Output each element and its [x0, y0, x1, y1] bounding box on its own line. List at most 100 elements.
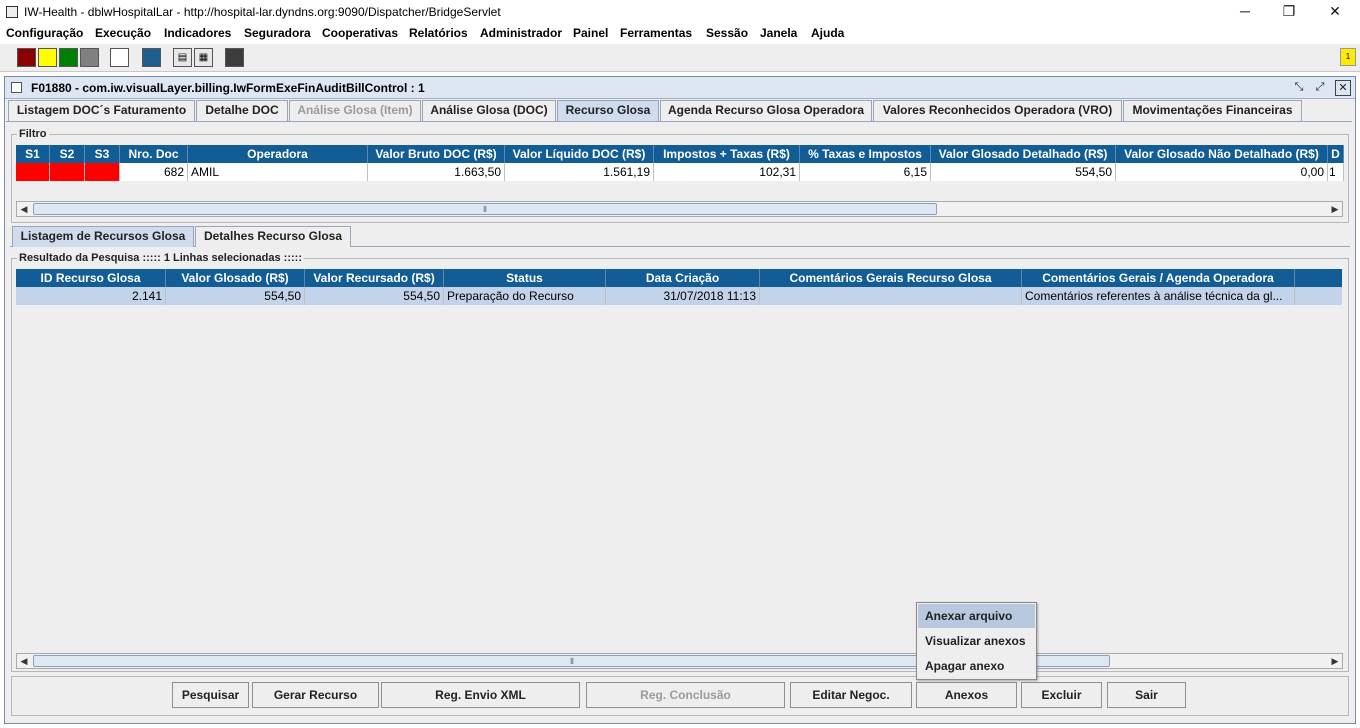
col-d[interactable]: D [1328, 145, 1344, 163]
tab-listagem-docs[interactable]: Listagem DOC´s Faturamento [8, 100, 195, 121]
editar-negoc-button[interactable]: Editar Negoc. [790, 682, 912, 708]
menu-seguradora[interactable]: Seguradora [244, 26, 311, 40]
scroll-right-icon[interactable]: ▶ [1328, 202, 1342, 216]
tab-agenda-recurso[interactable]: Agenda Recurso Glosa Operadora [660, 100, 872, 121]
gerar-recurso-button[interactable]: Gerar Recurso [252, 682, 379, 708]
visualizar-anexos-item[interactable]: Visualizar anexos [918, 629, 1035, 653]
col-s1[interactable]: S1 [16, 145, 50, 163]
col-data-criacao[interactable]: Data Criação [606, 269, 760, 287]
menu-cooperativas[interactable]: Cooperativas [322, 26, 398, 40]
col-valor-recursado[interactable]: Valor Recursado (R$) [305, 269, 444, 287]
dark-red-swatch-button[interactable] [17, 48, 36, 67]
col-filler [1295, 269, 1342, 287]
windows-icon[interactable]: ▦ [194, 48, 213, 67]
col-valor-glosado-nao-detalhado[interactable]: Valor Glosado Não Detalhado (R$) [1116, 145, 1328, 163]
col-comentarios-agenda[interactable]: Comentários Gerais / Agenda Operadora [1022, 269, 1295, 287]
close-icon[interactable]: ✕ [1312, 0, 1358, 24]
tab-detalhe-doc[interactable]: Detalhe DOC [196, 100, 288, 121]
app-icon [6, 6, 18, 18]
col-valor-glosado[interactable]: Valor Glosado (R$) [166, 269, 305, 287]
anexar-arquivo-item[interactable]: Anexar arquivo [918, 604, 1035, 628]
col-nro-doc[interactable]: Nro. Doc [120, 145, 188, 163]
col-comentarios-recurso[interactable]: Comentários Gerais Recurso Glosa [760, 269, 1022, 287]
maximize-frame-icon[interactable]: ⤢ [1312, 80, 1328, 96]
d-cell: 1 [1328, 163, 1344, 181]
filter-label: Filtro [17, 128, 49, 140]
percent-taxas-cell: 6,15 [800, 163, 931, 181]
green-swatch-button[interactable] [59, 48, 78, 67]
status-s1-cell [16, 163, 50, 181]
status-cell: Preparação do Recurso [444, 287, 606, 305]
menu-janela[interactable]: Janela [760, 26, 797, 40]
status-s2-cell [50, 163, 85, 181]
sair-button[interactable]: Sair [1107, 682, 1186, 708]
minimize-icon[interactable]: ─ [1222, 0, 1268, 24]
col-valor-glosado-detalhado[interactable]: Valor Glosado Detalhado (R$) [931, 145, 1116, 163]
menu-sessao[interactable]: Sessão [706, 26, 748, 40]
results-hscrollbar[interactable]: ◀ ⦀ ▶ [16, 653, 1343, 669]
col-s2[interactable]: S2 [50, 145, 85, 163]
valor-bruto-cell: 1.663,50 [368, 163, 505, 181]
toolbar: ▤ ▦ [0, 44, 1360, 72]
tab-detalhes-recurso[interactable]: Detalhes Recurso Glosa [195, 226, 351, 247]
apagar-anexo-item[interactable]: Apagar anexo [918, 654, 1035, 678]
comentarios-agenda-cell: Comentários referentes à análise técnica… [1022, 287, 1295, 305]
grip-icon: ⦀ [483, 205, 487, 214]
col-s3[interactable]: S3 [85, 145, 120, 163]
tab-movimentacoes[interactable]: Movimentações Financeiras [1123, 100, 1302, 121]
pesquisar-button[interactable]: Pesquisar [172, 682, 249, 708]
gray-swatch-button[interactable] [80, 48, 99, 67]
maximize-icon[interactable]: ❐ [1266, 0, 1312, 24]
col-impostos-taxas[interactable]: Impostos + Taxas (R$) [654, 145, 800, 163]
tab-listagem-recursos[interactable]: Listagem de Recursos Glosa [12, 226, 194, 247]
tab-recurso-glosa[interactable]: Recurso Glosa [557, 100, 659, 121]
col-operadora[interactable]: Operadora [188, 145, 368, 163]
col-percent-taxas[interactable]: % Taxas e Impostos [800, 145, 931, 163]
menu-bar: Configuração Execução Indicadores Segura… [0, 24, 1360, 44]
tab-analise-glosa-doc[interactable]: Análise Glosa (DOC) [422, 100, 556, 121]
tree-icon[interactable]: ▤ [173, 48, 192, 67]
results-label: Resultado da Pesquisa ::::: 1 Linhas sel… [17, 252, 304, 264]
tab-vro[interactable]: Valores Reconhecidos Operadora (VRO) [873, 100, 1122, 121]
grip-icon: ⦀ [570, 657, 574, 666]
scroll-right-icon[interactable]: ▶ [1328, 654, 1342, 668]
frame-title-bar: F01880 - com.iw.visualLayer.billing.IwFo… [5, 77, 1355, 99]
excluir-button[interactable]: Excluir [1021, 682, 1102, 708]
restore-icon[interactable]: ⤡ [1291, 80, 1307, 96]
glosado-nao-detalhado-cell: 0,00 [1116, 163, 1328, 181]
filter-hscrollbar[interactable]: ◀ ⦀ ▶ [16, 201, 1343, 217]
scroll-left-icon[interactable]: ◀ [17, 654, 31, 668]
menu-administrador[interactable]: Administrador [480, 26, 562, 40]
impostos-cell: 102,31 [654, 163, 800, 181]
operadora-cell: AMIL [188, 163, 368, 181]
frame-title: F01880 - com.iw.visualLayer.billing.IwFo… [31, 81, 425, 95]
dark-swatch-button[interactable] [225, 48, 244, 67]
anexos-button[interactable]: Anexos [916, 682, 1017, 708]
menu-configuracao[interactable]: Configuração [6, 26, 83, 40]
reg-envio-xml-button[interactable]: Reg. Envio XML [381, 682, 580, 708]
scroll-left-icon[interactable]: ◀ [17, 202, 31, 216]
results-empty-area [16, 305, 1342, 651]
valor-liquido-cell: 1.561,19 [505, 163, 654, 181]
menu-ferramentas[interactable]: Ferramentas [620, 26, 692, 40]
close-frame-icon[interactable]: ✕ [1335, 80, 1351, 96]
notification-badge[interactable]: 1 [1340, 48, 1356, 66]
menu-execucao[interactable]: Execução [95, 26, 151, 40]
status-s3-cell [85, 163, 120, 181]
blue-swatch-button[interactable] [142, 48, 161, 67]
col-valor-bruto[interactable]: Valor Bruto DOC (R$) [368, 145, 505, 163]
menu-painel[interactable]: Painel [573, 26, 608, 40]
scroll-thumb[interactable]: ⦀ [33, 203, 937, 215]
white-swatch-button[interactable] [110, 48, 129, 67]
col-id-recurso[interactable]: ID Recurso Glosa [16, 269, 166, 287]
menu-indicadores[interactable]: Indicadores [164, 26, 231, 40]
menu-ajuda[interactable]: Ajuda [811, 26, 844, 40]
menu-relatorios[interactable]: Relatórios [409, 26, 468, 40]
comentarios-recurso-cell [760, 287, 1022, 305]
tab-analise-glosa-item: Análise Glosa (Item) [289, 100, 421, 121]
col-status[interactable]: Status [444, 269, 606, 287]
yellow-swatch-button[interactable] [38, 48, 57, 67]
data-criacao-cell: 31/07/2018 11:13 [606, 287, 760, 305]
col-valor-liquido[interactable]: Valor Líquido DOC (R$) [505, 145, 654, 163]
filler-cell [1295, 287, 1342, 305]
